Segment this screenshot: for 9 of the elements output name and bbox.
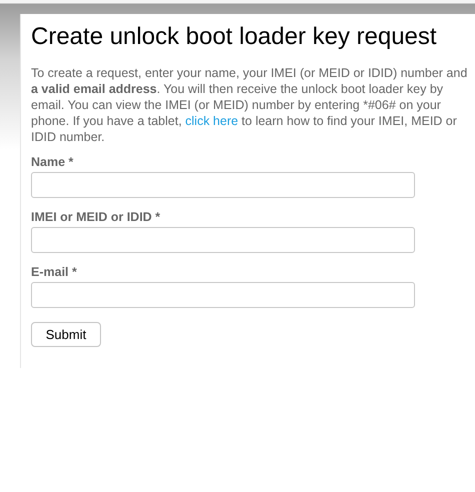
submit-button[interactable]: Submit: [31, 322, 101, 347]
page-title: Create unlock boot loader key request: [31, 23, 438, 51]
intro-text: To create a request, enter your name, your IMEI (or MEID or IDID) number and a valid email address. You will then receive the unlock boot loader key by email. You can view the IMEI (or MEID) number by entering *#06# on your phone. If you have a tablet, click here to learn how to find your IMEI, MEID or IDID number.: [31, 65, 468, 145]
input-field[interactable]: [31, 172, 415, 198]
field-label: IMEI or MEID or IDID *: [31, 210, 160, 224]
input-field[interactable]: [31, 227, 415, 253]
field-label: Name *: [31, 155, 74, 169]
field-label: E-mail *: [31, 265, 77, 279]
input-field[interactable]: [31, 282, 415, 308]
